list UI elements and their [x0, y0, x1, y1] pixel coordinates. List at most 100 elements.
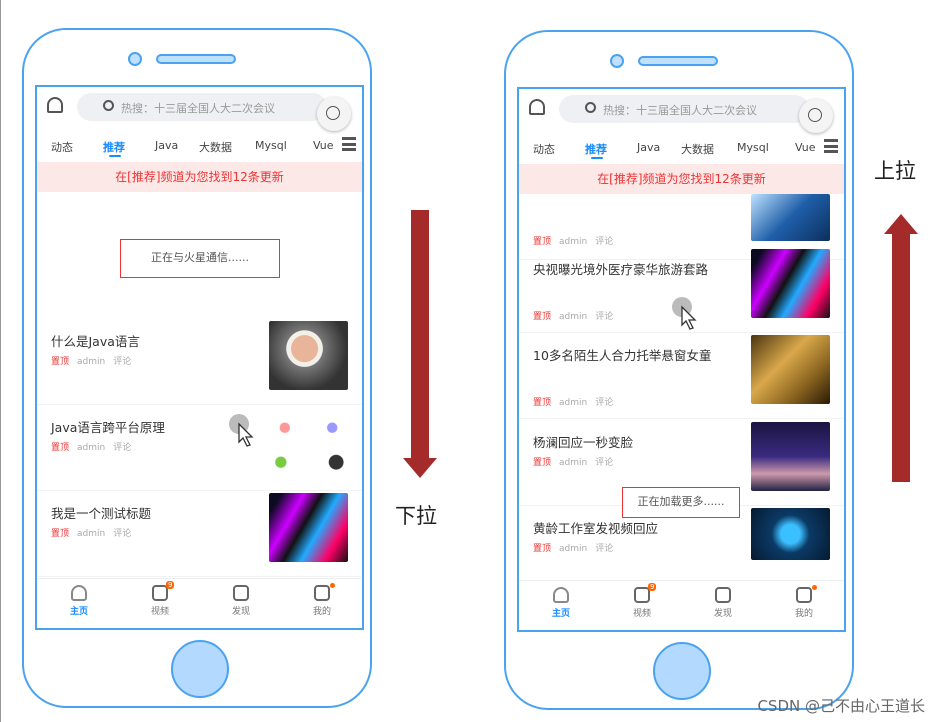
channel-tabs: 动态 推荐 Java 大数据 Mysql Vue — [37, 131, 362, 161]
home-button[interactable] — [171, 640, 229, 698]
bell-icon[interactable] — [529, 99, 545, 115]
tabbar-item-0[interactable]: 主页 — [541, 587, 581, 619]
loading-indicator: 正在与火星通信...... — [120, 239, 280, 278]
article-item[interactable]: 什么是Java语言置顶 admin 评论 — [37, 319, 362, 405]
user-icon — [796, 587, 812, 603]
article-title: 央视曝光境外医疗豪华旅游套路 — [533, 262, 709, 277]
home-button[interactable] — [653, 642, 711, 700]
article-thumbnail-diagram — [269, 407, 348, 476]
search-placeholder: 热搜：十三届全国人大二次会议 — [603, 104, 757, 117]
update-banner: 在[推荐]频道为您找到12条更新 — [37, 162, 362, 192]
tabbar-item-2[interactable]: 发现 — [703, 587, 743, 619]
pointer-cursor-icon — [672, 297, 697, 330]
user-icon — [314, 585, 330, 601]
article-title: 黄龄工作室发视频回应 — [533, 521, 659, 536]
speaker — [638, 56, 718, 66]
article-comments[interactable]: 评论 — [595, 237, 613, 247]
article-comments[interactable]: 评论 — [595, 544, 613, 554]
bell-icon[interactable] — [47, 97, 63, 113]
article-comments[interactable]: 评论 — [595, 458, 613, 468]
tab-4[interactable]: Mysql — [737, 141, 769, 154]
article-comments[interactable]: 评论 — [595, 398, 613, 408]
tabbar-item-3[interactable]: 我的 — [302, 583, 342, 617]
search-icon — [585, 102, 596, 113]
phone-pull-up: 热搜：十三届全国人大二次会议动态 推荐 Java 大数据 Mysql Vue 在[推荐]频道… — [504, 30, 854, 710]
tabbar-item-3[interactable]: 我的 — [784, 585, 824, 619]
tabbar-label: 视频 — [632, 609, 651, 619]
camera — [610, 54, 624, 68]
tab-4[interactable]: Mysql — [255, 139, 287, 152]
article-title: Java语言跨平台原理 — [51, 420, 165, 435]
pointer-cursor-icon — [229, 414, 254, 447]
tabbar-item-1[interactable]: 视频 9 — [622, 583, 662, 619]
tabbar-item-2[interactable]: 发现 — [221, 585, 261, 617]
article-author: admin — [77, 443, 106, 453]
article-item[interactable]: Java语言跨平台原理 置顶 admin 评论 — [37, 405, 362, 491]
pull-up-label: 上拉 — [874, 159, 916, 183]
update-banner: 在[推荐]频道为您找到12条更新 — [519, 164, 844, 194]
tab-3[interactable]: 大数据 — [199, 139, 232, 155]
phone-pull-down: 热搜：十三届全国人大二次会议动态 推荐 Java 大数据 Mysql Vue 在[推荐]频道… — [22, 28, 372, 708]
count-badge: 9 — [648, 583, 657, 591]
pinned-tag: 置顶 — [533, 312, 552, 322]
article-title: 10多名陌生人合力托举悬窗女童 — [533, 348, 712, 363]
pull-down-label: 下拉 — [395, 504, 437, 528]
tabbar-label: 我的 — [794, 609, 813, 619]
article-meta: 置顶 admin 评论 — [51, 354, 131, 367]
tabbar-item-1[interactable]: 视频 9 — [140, 581, 180, 617]
article-thumbnail-gold — [751, 335, 830, 404]
article-comments[interactable]: 评论 — [113, 443, 131, 453]
tabbar-item-0[interactable]: 主页 — [59, 585, 99, 617]
article-author: admin — [559, 312, 588, 322]
article-author: admin — [559, 544, 588, 554]
watermark: CSDN @己不由心王道长 — [757, 697, 925, 715]
article-title: 什么是Java语言 — [51, 334, 140, 349]
article-meta: 置顶 admin 评论 — [51, 440, 131, 453]
search-button[interactable] — [317, 97, 351, 131]
tabbar-label: 发现 — [713, 609, 732, 619]
loading-indicator: 正在加载更多...... — [622, 487, 740, 518]
article-comments[interactable]: 评论 — [595, 312, 613, 322]
article-meta: 置顶 admin 评论 — [533, 309, 613, 322]
article-thumbnail-abstract — [269, 493, 348, 562]
tab-2[interactable]: Java — [637, 141, 660, 154]
article-item[interactable]: 我是一个测试标题 置顶 admin 评论 — [37, 491, 362, 577]
article-meta: 置顶 admin 评论 — [533, 234, 613, 247]
article-thumbnail-abstract — [751, 249, 830, 318]
pinned-tag: 置顶 — [533, 544, 552, 554]
tab-0[interactable]: 动态 — [51, 139, 73, 155]
tabbar-label: 发现 — [231, 607, 250, 617]
tab-2[interactable]: Java — [155, 139, 178, 152]
pinned-tag: 置顶 — [533, 398, 552, 408]
tab-0[interactable]: 动态 — [533, 141, 555, 157]
search-button[interactable] — [799, 99, 833, 133]
menu-icon[interactable] — [342, 137, 356, 151]
search-input[interactable]: 热搜：十三届全国人大二次会议 — [559, 95, 809, 123]
article-author: admin — [77, 529, 106, 539]
article-title: 杨澜回应一秒变脸 — [533, 435, 634, 450]
article-thumbnail-city — [751, 422, 830, 491]
article-author: admin — [559, 398, 588, 408]
pinned-tag: 置顶 — [51, 529, 70, 539]
article-comments[interactable]: 评论 — [113, 529, 131, 539]
tab-5[interactable]: Vue — [795, 141, 816, 154]
tab-5[interactable]: Vue — [313, 139, 334, 152]
divider — [0, 0, 1, 722]
pinned-tag: 置顶 — [51, 357, 70, 367]
article-comments[interactable]: 评论 — [113, 357, 131, 367]
count-badge: 9 — [166, 581, 175, 589]
tab-3[interactable]: 大数据 — [681, 141, 714, 157]
header: 热搜：十三届全国人大二次会议 — [37, 87, 362, 131]
article-meta: 置顶 admin 评论 — [533, 455, 613, 468]
discover-icon — [233, 585, 249, 601]
tab-1[interactable]: 推荐 — [103, 139, 125, 157]
tab-1[interactable]: 推荐 — [585, 141, 607, 159]
article-author: admin — [559, 458, 588, 468]
pinned-tag: 置顶 — [533, 458, 552, 468]
tabbar-label: 视频 — [150, 607, 169, 617]
notification-dot — [330, 583, 335, 588]
search-input[interactable]: 热搜：十三届全国人大二次会议 — [77, 93, 327, 121]
article-item[interactable]: 10多名陌生人合力托举悬窗女童置顶 admin 评论 — [519, 333, 844, 419]
menu-icon[interactable] — [824, 139, 838, 153]
article-author: admin — [77, 357, 106, 367]
